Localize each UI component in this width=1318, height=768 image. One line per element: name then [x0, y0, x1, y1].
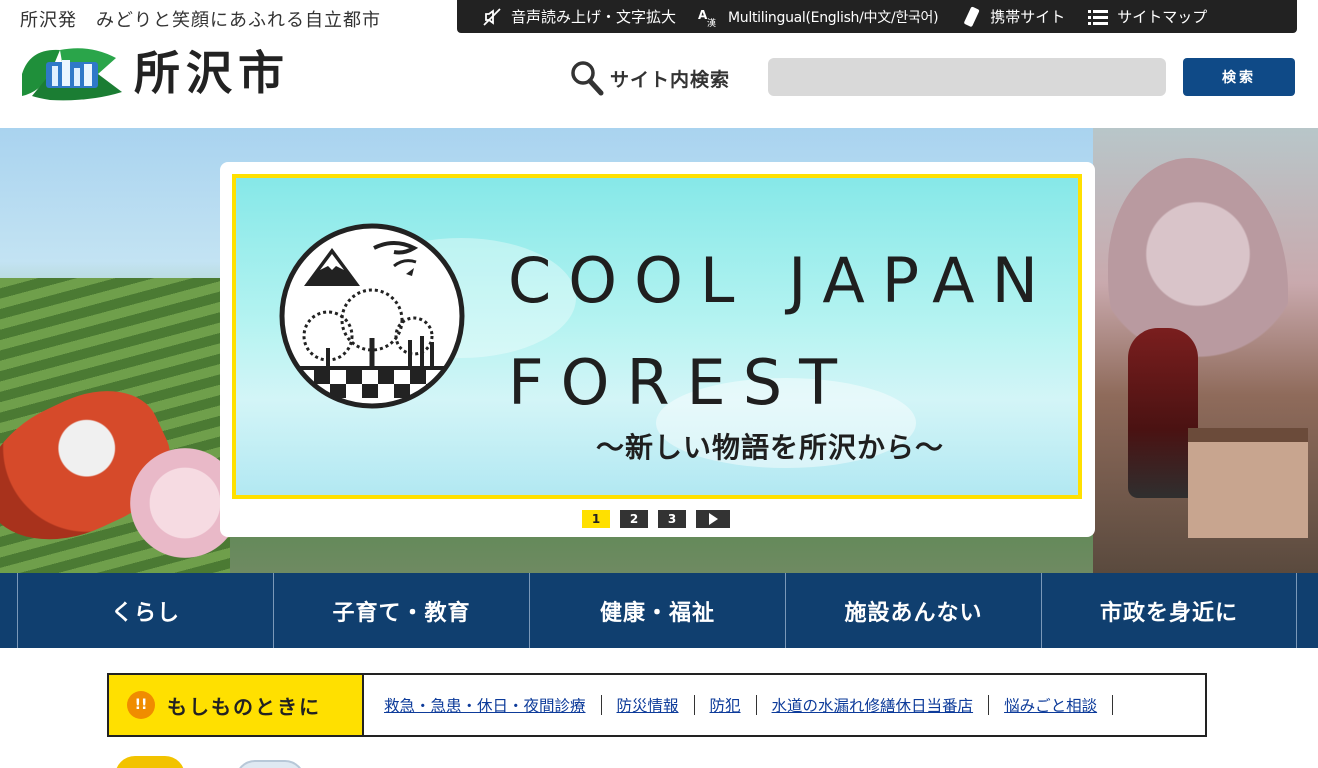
sitemap-label: サイトマップ	[1117, 8, 1208, 26]
city-emblem-icon	[22, 48, 122, 101]
nav-kurashi[interactable]: くらし	[17, 573, 273, 648]
mobile-site-label: 携帯サイト	[990, 8, 1066, 26]
accessibility-link[interactable]: 音声読み上げ・文字拡大	[481, 6, 676, 28]
divider	[1112, 695, 1114, 715]
cool-japan-forest-banner[interactable]: COOL JAPAN FOREST ～新しい物語を所沢から～	[232, 174, 1082, 499]
slide-card: COOL JAPAN FOREST ～新しい物語を所沢から～ 1 2 3	[220, 162, 1095, 537]
circle-banner-peek[interactable]	[235, 760, 305, 768]
link-emergency-medical[interactable]: 救急・急患・休日・夜間診療	[378, 694, 592, 716]
banner-title: COOL JAPAN FOREST	[508, 244, 1055, 419]
mobile-site-link[interactable]: 携帯サイト	[960, 6, 1065, 28]
forest-emblem-icon	[279, 223, 465, 409]
divider	[755, 695, 757, 715]
nav-shisei[interactable]: 市政を身近に	[1041, 573, 1297, 648]
link-disaster-info[interactable]: 防災情報	[611, 694, 685, 716]
site-tagline: 所沢発 みどりと笑顔にあふれる自立都市	[20, 10, 381, 31]
search-button[interactable]: 検索	[1183, 58, 1295, 96]
hero-slideshow: COOL JAPAN FOREST ～新しい物語を所沢から～ 1 2 3	[0, 128, 1318, 573]
language-icon: A漢	[698, 6, 720, 28]
svg-text:漢: 漢	[707, 17, 716, 27]
magnifier-icon	[571, 61, 604, 96]
global-nav: くらし 子育て・教育 健康・福祉 施設あんない 市政を身近に	[0, 573, 1318, 648]
mascot-banner-peek[interactable]	[115, 756, 185, 768]
slide-page-3[interactable]: 3	[658, 510, 686, 528]
slide-page-2[interactable]: 2	[620, 510, 648, 528]
banner-subtitle: ～新しい物語を所沢から～	[596, 431, 945, 464]
multilingual-link[interactable]: A漢 Multilingual(English/中文/한국어)	[698, 6, 939, 28]
nav-kosodate-kyoiku[interactable]: 子育て・教育	[273, 573, 529, 648]
emergency-heading: !! もしものときに	[109, 675, 364, 735]
divider	[988, 695, 990, 715]
link-crime-prevention[interactable]: 防犯	[704, 694, 747, 716]
search-label: サイト内検索	[570, 60, 730, 96]
list-icon	[1087, 6, 1109, 28]
emergency-title: もしものときに	[167, 694, 321, 719]
search-label-text: サイト内検索	[610, 68, 731, 91]
alert-icon: !!	[127, 691, 155, 719]
link-water-leak-repair[interactable]: 水道の水漏れ修繕休日当番店	[766, 694, 980, 716]
traditional-house-photo	[1188, 428, 1308, 538]
mobile-phone-icon	[960, 6, 982, 28]
multilingual-label: Multilingual(English/中文/한국어)	[728, 9, 939, 26]
nav-kenko-fukushi[interactable]: 健康・福祉	[529, 573, 785, 648]
slide-page-1[interactable]: 1	[582, 510, 610, 528]
emergency-links: 救急・急患・休日・夜間診療 防災情報 防犯 水道の水漏れ修繕休日当番店 悩みごと…	[364, 675, 1122, 735]
divider	[600, 695, 602, 715]
sitemap-link[interactable]: サイトマップ	[1087, 6, 1207, 28]
site-logo[interactable]: 所沢市	[20, 44, 290, 102]
accessibility-label: 音声読み上げ・文字拡大	[511, 8, 677, 26]
utility-bar: 音声読み上げ・文字拡大 A漢 Multilingual(English/中文/한…	[457, 0, 1297, 33]
play-triangle-icon	[709, 513, 718, 525]
speaker-slash-icon	[481, 6, 503, 28]
divider	[693, 695, 695, 715]
site-search-input[interactable]	[768, 58, 1166, 96]
logo-text: 所沢市	[134, 46, 290, 100]
emergency-box: !! もしものときに 救急・急患・休日・夜間診療 防災情報 防犯 水道の水漏れ修…	[107, 673, 1207, 737]
slide-next-button[interactable]	[696, 510, 730, 528]
link-consultation[interactable]: 悩みごと相談	[998, 694, 1103, 716]
nav-shisetsu[interactable]: 施設あんない	[785, 573, 1041, 648]
slide-pager: 1 2 3	[582, 510, 730, 528]
